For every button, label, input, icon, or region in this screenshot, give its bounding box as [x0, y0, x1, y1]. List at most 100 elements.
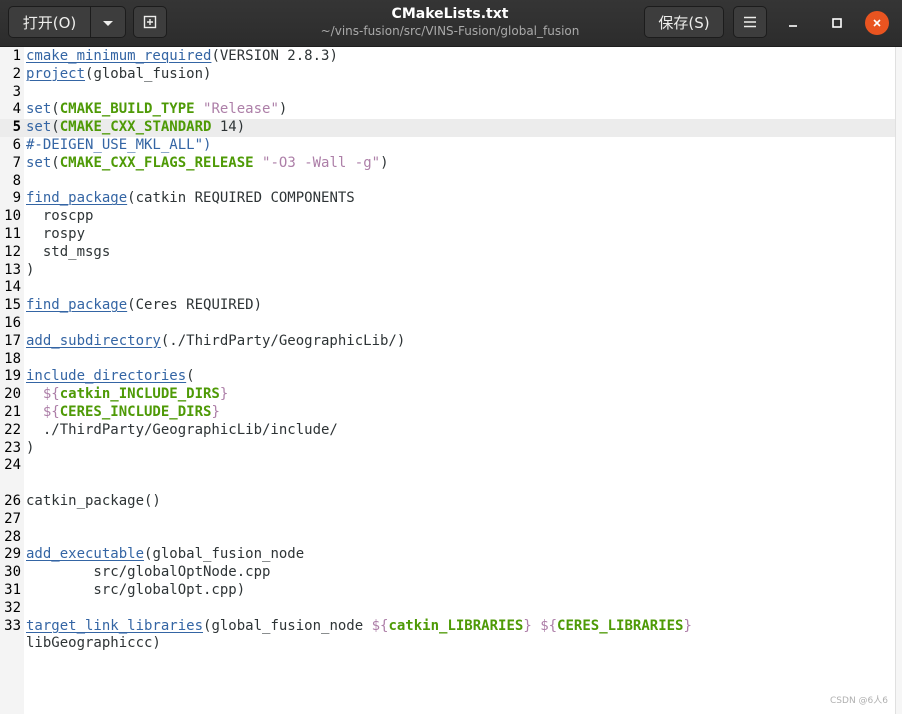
code-line[interactable]: 10 roscpp [0, 208, 895, 226]
code-line[interactable]: 24 [0, 457, 895, 475]
code-line[interactable]: 14 [0, 279, 895, 297]
code-line[interactable]: 21 ${CERES_INCLUDE_DIRS} [0, 404, 895, 422]
code-line[interactable]: 18 [0, 351, 895, 369]
new-tab-icon [143, 15, 157, 29]
line-content: ) [26, 440, 34, 458]
right-margin [895, 47, 902, 714]
minimize-button[interactable] [781, 11, 805, 35]
code-line[interactable]: 4 set(CMAKE_BUILD_TYPE "Release") [0, 101, 895, 119]
code-line[interactable]: 32 [0, 600, 895, 618]
code-view[interactable]: 1 cmake_minimum_required(VERSION 2.8.3) 2 p… [0, 48, 895, 653]
line-number: 33 [4, 617, 21, 634]
code-line[interactable]: 22 ./ThirdParty/GeographicLib/include/ [0, 422, 895, 440]
code-line[interactable]: 2 project(global_fusion) [0, 66, 895, 84]
line-content: ) [26, 262, 34, 280]
code-token: catkin_package() [26, 492, 161, 509]
minimize-icon [789, 25, 797, 27]
line-content: find_package(catkin REQUIRED COMPONENTS [26, 190, 355, 208]
code-line[interactable]: 12 std_msgs [0, 244, 895, 262]
line-content: target_link_libraries(global_fusion_node… [26, 618, 692, 636]
code-token: add_executable [26, 546, 145, 563]
code-token: ${ [371, 617, 389, 634]
code-line[interactable]: 31 src/globalOpt.cpp) [0, 582, 895, 600]
line-number: 10 [4, 208, 21, 225]
line-number: 31 [4, 581, 21, 598]
code-token: (global_fusion_node [144, 546, 305, 563]
code-line[interactable]: 8 [0, 173, 895, 191]
window-title: CMakeLists.txt [391, 6, 509, 22]
line-number: 2 [12, 65, 21, 82]
code-line[interactable]: 16 [0, 315, 895, 333]
menu-button[interactable] [733, 6, 767, 38]
code-token: rospy [26, 225, 86, 242]
line-number: 27 [4, 510, 21, 527]
code-line[interactable]: 9 find_package(catkin REQUIRED COMPONENTS [0, 190, 895, 208]
code-line[interactable]: 30 src/globalOptNode.cpp [0, 564, 895, 582]
code-line[interactable]: 19 include_directories( [0, 368, 895, 386]
file-path: ~/vins-fusion/src/VINS-Fusion/global_fus… [320, 24, 580, 38]
line-number: 7 [12, 154, 21, 171]
code-token: src/globalOptNode.cpp [26, 564, 271, 581]
line-number: 26 [4, 492, 21, 509]
code-line[interactable]: 33 target_link_libraries(global_fusion_no… [0, 618, 895, 636]
code-line[interactable]: 28 [0, 529, 895, 547]
code-token: find_package [26, 297, 128, 314]
code-line[interactable]: 23) [0, 440, 895, 458]
open-recent-dropdown[interactable] [90, 6, 126, 38]
line-number: 32 [4, 599, 21, 616]
code-token: find_package [26, 190, 128, 207]
line-content: catkin_package() [26, 493, 161, 511]
line-content: ./ThirdParty/GeographicLib/include/ [26, 422, 338, 440]
code-line[interactable]: libGeographiccc) [0, 635, 895, 653]
code-line[interactable]: 20 ${catkin_INCLUDE_DIRS} [0, 386, 895, 404]
code-line[interactable]: 3 [0, 84, 895, 102]
code-line[interactable]: 11 rospy [0, 226, 895, 244]
line-content: ${CERES_INCLUDE_DIRS} [26, 404, 220, 422]
code-token: ${ [42, 386, 60, 403]
code-line[interactable]: 7 set(CMAKE_CXX_FLAGS_RELEASE "-O3 -Wall … [0, 155, 895, 173]
code-token: cmake_minimum_required [26, 48, 212, 64]
code-token: ) [380, 154, 389, 171]
line-number: 28 [4, 528, 21, 545]
code-line[interactable] [0, 475, 895, 493]
code-line[interactable]: 15 find_package(Ceres REQUIRED) [0, 297, 895, 315]
text-editor[interactable]: 1 cmake_minimum_required(VERSION 2.8.3) 2 p… [0, 47, 902, 714]
line-content: set(CMAKE_CXX_STANDARD 14) [26, 119, 245, 137]
new-tab-button[interactable] [133, 6, 167, 38]
line-number: 1 [12, 48, 21, 64]
code-token: ( [51, 154, 60, 171]
line-number: 8 [12, 172, 21, 189]
code-line[interactable]: 6 #-DEIGEN_USE_MKL_ALL") [0, 137, 895, 155]
header-bar: 打开(O) CMakeLists.txt ~/vins-fusion/src/V… [0, 0, 902, 47]
line-number: 22 [4, 421, 21, 438]
line-content: rospy [26, 226, 85, 244]
maximize-button[interactable] [825, 11, 849, 35]
code-line[interactable]: 29 add_executable(global_fusion_node [0, 546, 895, 564]
code-token: ( [186, 368, 195, 385]
open-button[interactable]: 打开(O) [8, 6, 91, 38]
code-token: (VERSION 2.8.3) [211, 48, 338, 64]
line-number: 14 [4, 279, 21, 296]
code-token: add_subdirectory [26, 332, 161, 349]
code-token: ) [278, 101, 288, 118]
watermark: CSDN @6人6 [830, 696, 888, 706]
code-line[interactable]: 1 cmake_minimum_required(VERSION 2.8.3) [0, 48, 895, 66]
code-line[interactable]: 27 [0, 511, 895, 529]
save-button[interactable]: 保存(S) [644, 6, 724, 38]
code-line[interactable]: 17 add_subdirectory(./ThirdParty/Geograph… [0, 333, 895, 351]
line-content: set(CMAKE_CXX_FLAGS_RELEASE "-O3 -Wall -… [26, 155, 389, 173]
code-line[interactable]: 5 set(CMAKE_CXX_STANDARD 14) [0, 119, 895, 137]
code-token: ${ [42, 403, 60, 420]
line-content: add_subdirectory(./ThirdParty/Geographic… [26, 333, 405, 351]
line-number: 11 [4, 225, 21, 242]
code-token: 14) [211, 119, 246, 136]
line-number: 12 [4, 243, 21, 260]
line-number: 21 [4, 403, 21, 420]
code-line[interactable]: 13) [0, 262, 895, 280]
code-token: (global_fusion_node [203, 617, 372, 634]
close-button[interactable] [865, 11, 889, 35]
code-line[interactable]: 26 catkin_package() [0, 493, 895, 511]
line-content: set(CMAKE_BUILD_TYPE "Release") [26, 101, 287, 119]
